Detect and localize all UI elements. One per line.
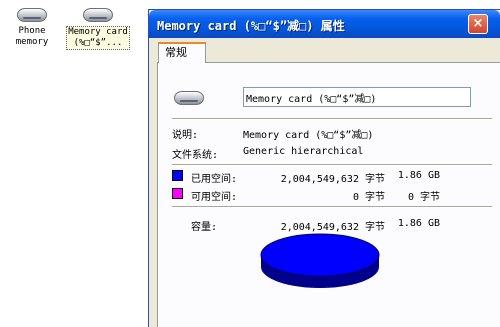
filesystem-value: Generic hierarchical bbox=[243, 146, 364, 157]
pie-top-used bbox=[260, 233, 380, 277]
properties-window: Memory card (%□“$”减□) 属性 × 常规 说明: Memory… bbox=[148, 9, 500, 327]
used-space-label: 已用空间: bbox=[191, 174, 238, 185]
used-space-size: 1.86 GB bbox=[397, 170, 440, 181]
general-tab-panel: 说明: Memory card (%□“$”减□) 文件系统: Generic … bbox=[157, 62, 500, 327]
capacity-size: 1.86 GB bbox=[397, 218, 440, 229]
desktop-icon-memory-card[interactable]: Memory card (%□“$”... bbox=[66, 6, 130, 50]
close-button[interactable]: × bbox=[468, 14, 488, 34]
window-title: Memory card (%□“$”减□) 属性 bbox=[157, 19, 345, 33]
free-space-label: 可用空间: bbox=[191, 192, 238, 203]
close-icon: × bbox=[472, 16, 484, 31]
separator bbox=[172, 206, 492, 208]
free-space-bytes: 0 字节 bbox=[352, 192, 385, 203]
disk-usage-pie-chart bbox=[260, 233, 380, 288]
filesystem-label: 文件系统: bbox=[172, 150, 219, 161]
separator bbox=[172, 118, 492, 120]
drive-icon bbox=[17, 8, 47, 22]
description-label: 说明: bbox=[172, 130, 199, 141]
free-space-size: 0 字节 bbox=[407, 192, 440, 203]
drive-icon bbox=[83, 8, 113, 22]
free-space-swatch bbox=[172, 188, 183, 199]
used-space-bytes: 2,004,549,632 字节 bbox=[280, 174, 385, 185]
drive-icon bbox=[174, 91, 204, 105]
title-bar[interactable]: Memory card (%□“$”减□) 属性 × bbox=[149, 10, 500, 38]
capacity-label: 容量: bbox=[191, 222, 218, 233]
description-value: Memory card (%□“$”减□) bbox=[243, 130, 374, 141]
desktop-icon-label: Memory card (%□“$”... bbox=[66, 26, 130, 50]
used-space-swatch bbox=[172, 170, 183, 181]
separator bbox=[172, 164, 492, 166]
desktop-icon-phone-memory[interactable]: Phone memory bbox=[0, 6, 64, 48]
desktop-icon-label: Phone memory bbox=[15, 26, 49, 47]
drive-name-input[interactable] bbox=[243, 87, 471, 107]
tab-general[interactable]: 常规 bbox=[158, 42, 206, 63]
